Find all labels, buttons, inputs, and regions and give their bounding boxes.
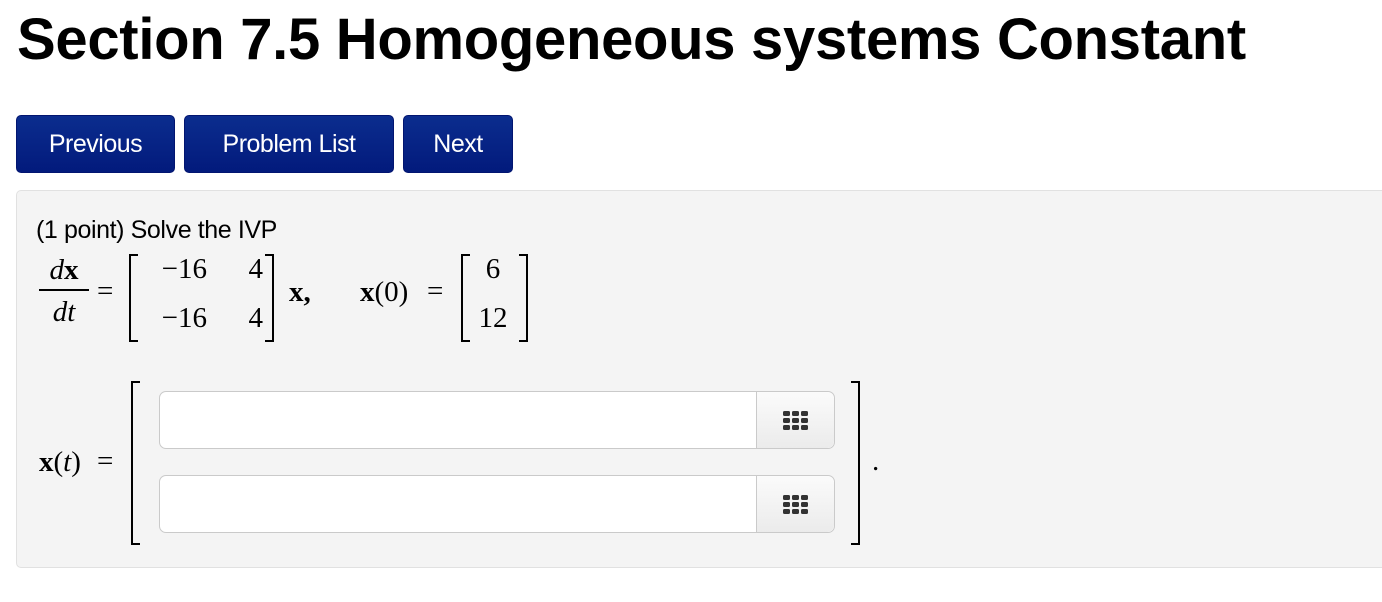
- answer-input-1[interactable]: [160, 392, 756, 448]
- answer-left-bracket: [131, 381, 140, 545]
- trailing-period: .: [872, 445, 880, 477]
- matrix-cell: −16: [161, 302, 207, 334]
- grid-icon: [783, 410, 808, 430]
- answer-input-2[interactable]: [160, 476, 756, 532]
- page-title: Section 7.5 Homogeneous systems Constant: [17, 7, 1246, 72]
- answer-right-bracket: [851, 381, 860, 545]
- previous-button[interactable]: Previous: [16, 115, 175, 173]
- problem-navigation: Previous Problem List Next: [16, 115, 513, 173]
- fraction-bar: [39, 289, 89, 291]
- equals-sign: =: [427, 275, 444, 307]
- equation-editor-button-1[interactable]: [756, 392, 834, 448]
- equals-sign: =: [97, 275, 114, 307]
- fraction-numerator: dx: [49, 254, 79, 286]
- vector-cell: 12: [478, 302, 508, 334]
- vector-cell: 6: [485, 253, 501, 285]
- matrix-right-bracket: [265, 254, 274, 342]
- problem-prompt: (1 point) Solve the IVP: [36, 216, 277, 244]
- fraction-denominator: dt: [52, 296, 76, 328]
- answer-input-row-1: [159, 391, 835, 449]
- answer-label: x(t): [39, 446, 81, 478]
- equation-editor-button-2[interactable]: [756, 476, 834, 532]
- state-vector-symbol: x,: [289, 276, 311, 308]
- equals-sign: =: [97, 445, 114, 477]
- answer-input-row-2: [159, 475, 835, 533]
- problem-list-button[interactable]: Problem List: [184, 115, 394, 173]
- derivative-fraction: dx dt: [39, 253, 89, 329]
- vector-right-bracket: [519, 254, 528, 342]
- matrix-cell: 4: [248, 302, 264, 334]
- matrix-cell: 4: [248, 253, 264, 285]
- next-button[interactable]: Next: [403, 115, 513, 173]
- matrix-cell: −16: [161, 253, 207, 285]
- grid-icon: [783, 494, 808, 514]
- initial-condition-label: x(0): [360, 276, 409, 308]
- problem-panel: (1 point) Solve the IVP dx dt = −16 4 −1…: [16, 190, 1382, 568]
